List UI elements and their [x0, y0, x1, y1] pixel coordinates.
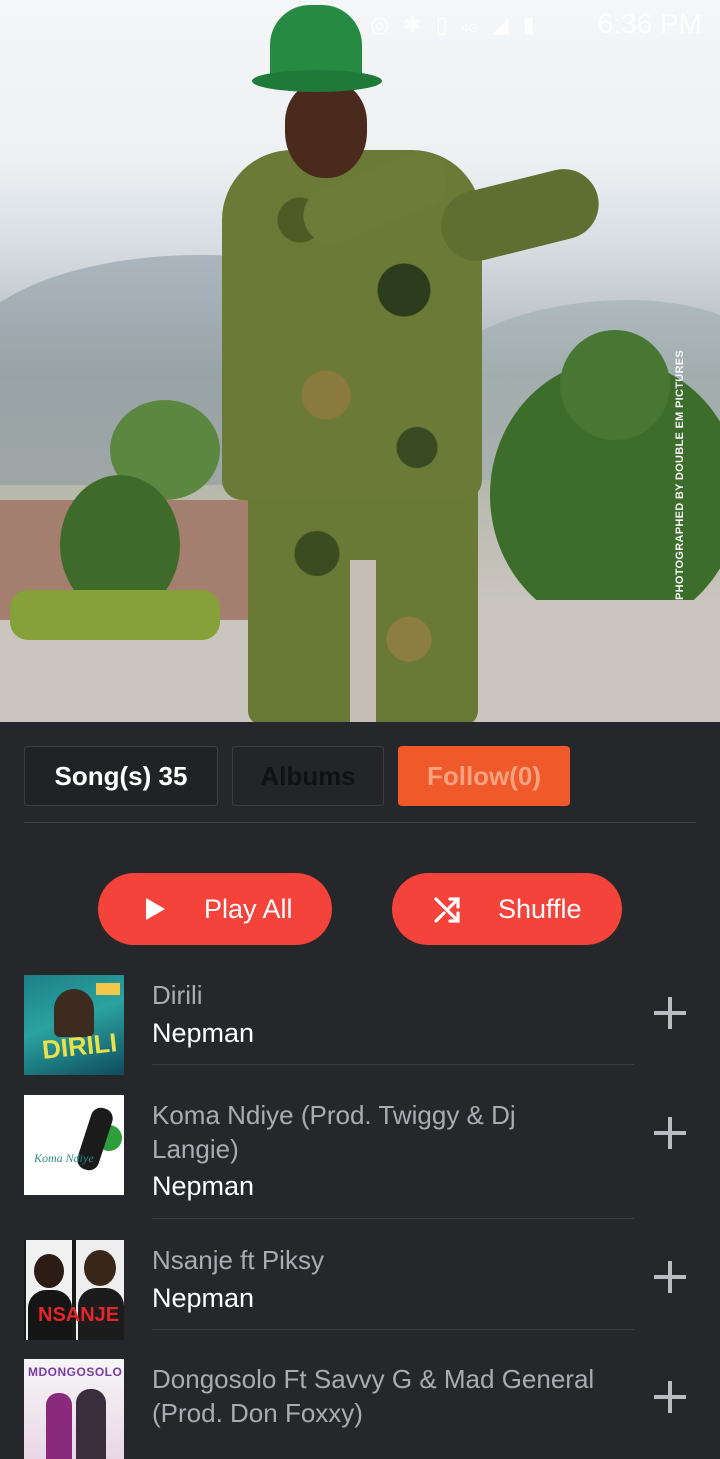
song-title: Koma Ndiye (Prod. Twiggy & Dj Langie): [152, 1100, 516, 1164]
song-cover: Koma Ndiye: [24, 1095, 124, 1195]
play-all-button[interactable]: Play All: [98, 873, 332, 945]
song-row[interactable]: DIRILI Dirili Nepman: [0, 975, 720, 1075]
status-bar: ◎✱▯4G ◢▮ 6:36 PM: [0, 0, 720, 50]
song-title: Dirili: [152, 980, 203, 1010]
row-divider: [152, 1218, 634, 1219]
cover-text: DIRILI: [40, 1027, 119, 1065]
play-all-label: Play All: [204, 893, 293, 924]
shuffle-icon: [432, 873, 464, 945]
add-to-playlist-icon[interactable]: [652, 1259, 688, 1295]
follow-button[interactable]: Follow(0): [398, 746, 570, 806]
song-cover: NSANJE: [24, 1240, 124, 1340]
tab-songs[interactable]: Song(s) 35: [24, 746, 218, 806]
battery-charging-icon: ▮: [522, 12, 549, 37]
song-row[interactable]: MDONGOSOLO Dongosolo Ft Savvy G & Mad Ge…: [0, 1359, 720, 1459]
song-artist: Nepman: [152, 1018, 255, 1048]
bluetooth-icon: ✱: [403, 12, 436, 37]
signal-icon: 4G: [461, 21, 478, 35]
data-arrows-icon: ◢: [491, 12, 523, 37]
vibrate-icon: ▯: [435, 12, 462, 37]
song-artist: Nepman: [152, 1283, 255, 1313]
shuffle-label: Shuffle: [498, 893, 582, 924]
song-cover: MDONGOSOLO: [24, 1359, 124, 1459]
photo-credit-text: PHOTOGRAPHED BY DOUBLE EM PICTURES: [674, 350, 686, 600]
song-row[interactable]: NSANJE Nsanje ft Piksy Nepman: [0, 1240, 720, 1340]
play-icon: [144, 873, 166, 945]
artist-hero-image: PHOTOGRAPHED BY DOUBLE EM PICTURES: [0, 0, 720, 722]
song-title: Dongosolo Ft Savvy G & Mad General (Prod…: [152, 1364, 595, 1428]
song-artist: Nepman: [152, 1171, 255, 1201]
status-time: 6:36 PM: [597, 8, 702, 39]
add-to-playlist-icon[interactable]: [652, 1115, 688, 1151]
cover-text: NSANJE: [38, 1304, 120, 1326]
song-title: Nsanje ft Piksy: [152, 1245, 324, 1275]
artist-tabs: Song(s) 35 Albums Follow(0): [24, 746, 696, 808]
row-divider: [152, 1064, 634, 1065]
song-row[interactable]: Koma Ndiye Koma Ndiye (Prod. Twiggy & Dj…: [0, 1095, 720, 1219]
alarm-icon: ◎: [370, 12, 404, 37]
shuffle-button[interactable]: Shuffle: [392, 873, 622, 945]
add-to-playlist-icon[interactable]: [652, 995, 688, 1031]
cover-text: MDONGOSOLO: [28, 1365, 123, 1379]
tab-albums[interactable]: Albums: [232, 746, 384, 806]
row-divider: [152, 1329, 634, 1330]
cover-text: Koma Ndiye: [34, 1151, 94, 1165]
tabs-divider: [24, 822, 696, 823]
song-cover: DIRILI: [24, 975, 124, 1075]
status-icons: ◎✱▯4G ◢▮: [370, 12, 549, 38]
add-to-playlist-icon[interactable]: [652, 1379, 688, 1415]
